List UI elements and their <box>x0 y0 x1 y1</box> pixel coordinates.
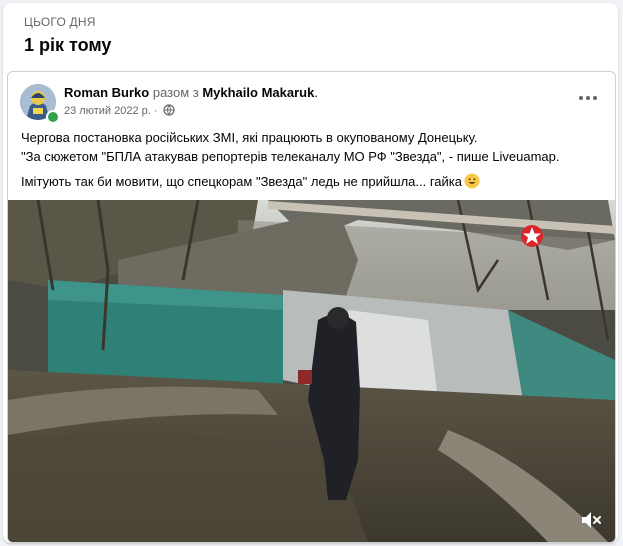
more-horizontal-icon <box>586 96 590 100</box>
mute-button[interactable] <box>579 508 603 532</box>
more-horizontal-icon <box>579 96 583 100</box>
post-text-line: Імітують так би мовити, що спецкорам "Зв… <box>21 174 462 189</box>
post-text-line: "За сюжетом "БПЛА атакував репортерів те… <box>21 149 560 164</box>
globe-icon[interactable] <box>162 104 175 119</box>
author-name-link[interactable]: Roman Burko <box>64 85 149 100</box>
tagged-suffix: . <box>314 85 318 100</box>
more-options-button[interactable] <box>573 86 603 110</box>
post-text-line-with-emoji: Імітують так би мовити, що спецкорам "Зв… <box>21 172 606 194</box>
post-card: Roman Burko разом з Mykhailo Makaruk. 23… <box>7 71 616 543</box>
smiley-emoji-icon <box>464 173 480 194</box>
memory-card: ЦЬОГО ДНЯ 1 рік тому Roman Burko разом з… <box>3 3 618 543</box>
video-player[interactable] <box>8 200 615 542</box>
online-status-dot <box>46 110 60 124</box>
post-text-line: Чергова постановка російських ЗМІ, які п… <box>21 130 478 145</box>
with-word: разом з <box>149 85 203 100</box>
post-author-line: Roman Burko разом з Mykhailo Makaruk. <box>64 85 318 100</box>
memory-header: ЦЬОГО ДНЯ 1 рік тому <box>24 15 111 56</box>
speaker-muted-icon <box>582 512 601 528</box>
post-date-link[interactable]: 23 лютий 2022 р. <box>64 105 151 117</box>
memory-label: ЦЬОГО ДНЯ <box>24 15 96 29</box>
more-horizontal-icon <box>593 96 597 100</box>
post-meta: 23 лютий 2022 р. · <box>64 104 175 119</box>
memory-title: 1 рік тому <box>24 35 112 55</box>
post-text: Чергова постановка російських ЗМІ, які п… <box>21 128 606 194</box>
video-frame <box>8 200 615 542</box>
post-header: Roman Burko разом з Mykhailo Makaruk. 23… <box>20 84 603 124</box>
tagged-person-link[interactable]: Mykhailo Makaruk <box>202 85 314 100</box>
meta-separator: · <box>150 105 161 117</box>
star-logo-icon <box>521 225 543 247</box>
